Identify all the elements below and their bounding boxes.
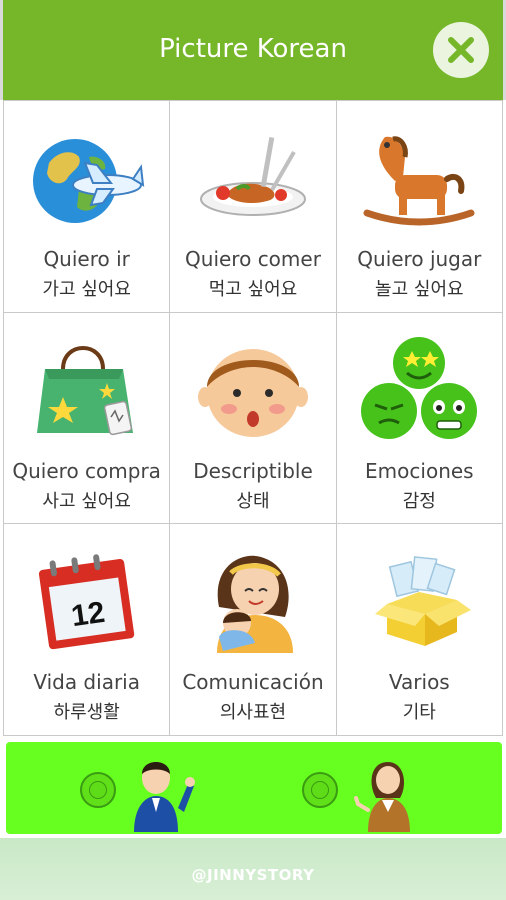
category-label: Quiero ir [43,247,130,271]
app-header: Picture Korean [0,0,506,100]
category-label: Emociones [365,458,474,483]
category-vida-diaria[interactable]: 12 Vida diaria 하루생활 [4,524,171,736]
female-avatar-icon [354,762,410,832]
category-label-korean: 가고 싶어요 [42,279,131,300]
category-label-korean: 기타 [402,702,436,724]
category-label-korean: 감정 [402,490,436,512]
emotion-faces-icon [361,336,478,439]
category-label: Descriptible [193,458,313,483]
category-grid: Quiero ir 가고 싶어요 Quiero comer 먹고 싶어요 Qui… [3,100,503,736]
credit-text: @JINNYSTORY [191,866,315,884]
category-label: Varios [388,670,450,695]
category-varios[interactable]: Varios 기타 [336,524,503,736]
radio-dot [89,781,107,799]
male-voice-radio[interactable] [80,772,116,808]
category-label-korean: 사고 싶어요 [42,490,131,512]
category-label-korean: 하루생활 [53,702,120,724]
footer: @JINNYSTORY [0,838,506,900]
category-label-korean: 놀고 싶어요 [375,279,464,300]
category-label-korean: 의사표현 [219,702,287,724]
food-plate-icon [199,137,306,216]
category-emociones[interactable]: Emociones 감정 [336,312,503,525]
shopping-bag-icon [36,345,133,435]
category-label-korean: 먹고 싶어요 [208,279,298,300]
category-quiero-jugar[interactable]: Quiero jugar 놀고 싶어요 [336,101,503,313]
voice-selector-bar [6,742,502,834]
category-label: Vida diaria [33,670,140,695]
category-label: Quiero jugar [357,247,482,271]
app-title: Picture Korean [159,34,347,64]
close-icon [448,37,474,63]
calendar-day: 12 [69,596,107,633]
open-box-icon [375,556,472,647]
calendar-icon: 12 [38,554,134,650]
category-label: Comunicación [182,670,324,695]
male-avatar-icon [134,762,195,832]
category-quiero-compra[interactable]: Quiero compra 사고 싶어요 [4,312,171,525]
category-descriptible[interactable]: Descriptible 상태 [170,312,337,525]
category-label: Quiero comer [185,247,321,271]
female-voice-radio[interactable] [302,772,338,808]
child-face-icon [197,348,308,437]
category-label: Quiero compra [12,458,161,483]
rocking-horse-icon [363,136,475,226]
mother-baby-icon [216,556,293,654]
radio-dot [311,781,329,799]
category-quiero-ir[interactable]: Quiero ir 가고 싶어요 [4,101,171,313]
globe-airplane-icon [32,139,144,223]
category-quiero-comer[interactable]: Quiero comer 먹고 싶어요 [170,101,337,313]
category-comunicacion[interactable]: Comunicación 의사표현 [170,524,337,736]
category-label-korean: 상태 [236,490,270,512]
close-button[interactable] [433,22,489,78]
